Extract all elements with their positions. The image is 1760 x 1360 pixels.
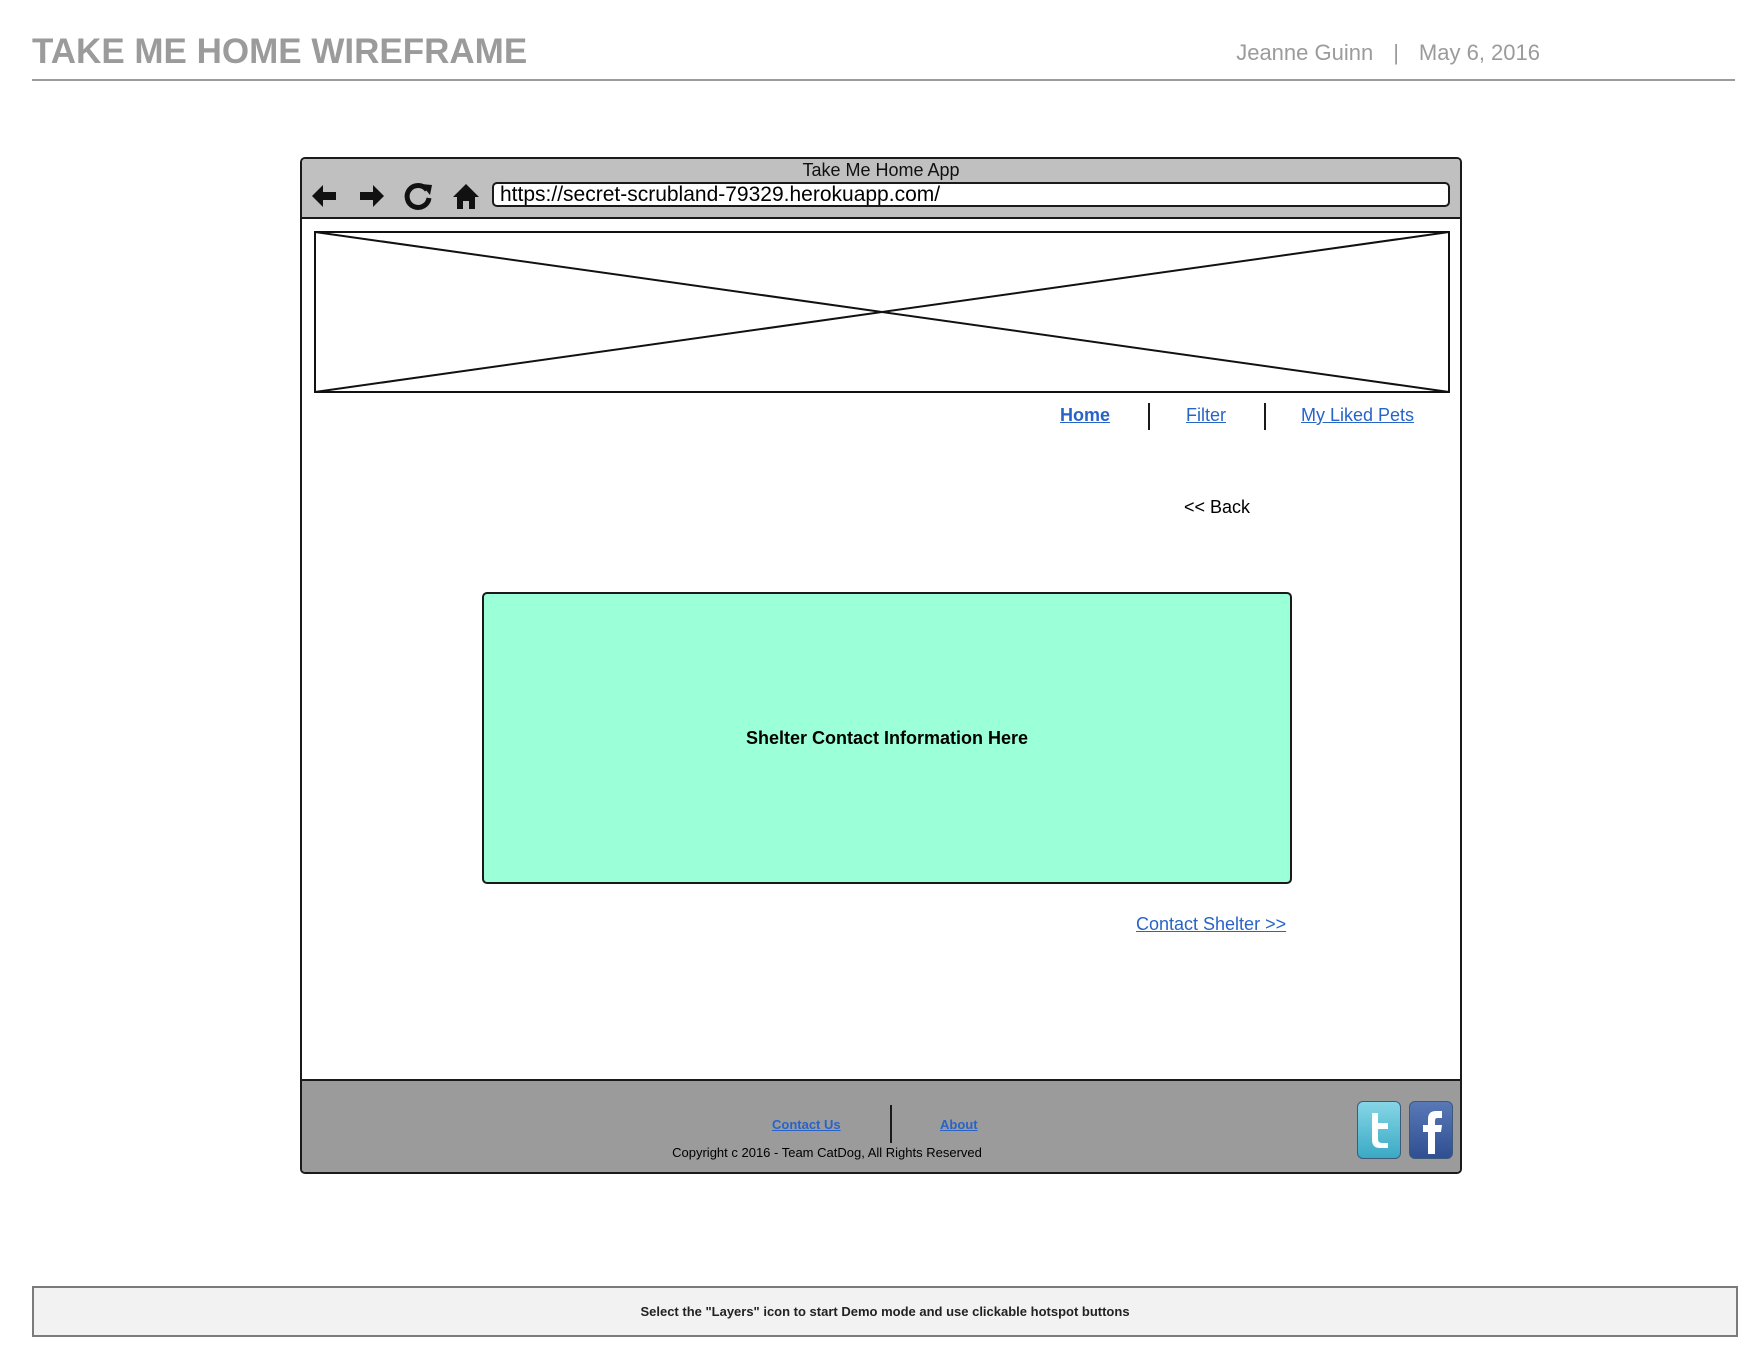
shelter-info-text: Shelter Contact Information Here xyxy=(745,727,1029,748)
page-title: TAKE ME HOME WIREFRAME xyxy=(32,32,528,71)
demo-instructions: Select the "Layers" icon to start Demo m… xyxy=(32,1286,1738,1337)
page-meta: Jeanne Guinn | May 6, 2016 xyxy=(1236,40,1540,66)
header-divider xyxy=(32,79,1735,81)
nav-home-link[interactable]: Home xyxy=(1060,405,1110,426)
shelter-info-panel: Shelter Contact Information Here xyxy=(482,592,1292,884)
back-arrow-icon[interactable] xyxy=(308,179,340,213)
footer-about-link[interactable]: About xyxy=(940,1117,978,1132)
url-input[interactable]: https://secret-scrubland-79329.herokuapp… xyxy=(492,182,1450,207)
home-icon[interactable] xyxy=(450,179,482,213)
browser-title: Take Me Home App xyxy=(802,160,960,180)
page-date: May 6, 2016 xyxy=(1418,40,1540,65)
browser-window: Take Me Home App https://secret-scrublan… xyxy=(300,157,1462,1174)
nav-liked-pets-link[interactable]: My Liked Pets xyxy=(1301,405,1414,426)
contact-shelter-link[interactable]: Contact Shelter >> xyxy=(1136,914,1286,935)
nav-separator xyxy=(1148,403,1150,430)
footer-contact-us-link[interactable]: Contact Us xyxy=(772,1117,841,1132)
facebook-icon[interactable] xyxy=(1409,1101,1453,1159)
image-placeholder xyxy=(314,231,1450,393)
reload-icon[interactable] xyxy=(402,179,434,213)
browser-toolbar: Take Me Home App https://secret-scrublan… xyxy=(302,159,1460,219)
author-name: Jeanne Guinn xyxy=(1236,40,1374,65)
footer: Contact Us About Copyright c 2016 - Team… xyxy=(302,1079,1460,1172)
meta-separator: | xyxy=(1393,40,1399,65)
footer-separator xyxy=(890,1105,892,1143)
back-link[interactable]: << Back xyxy=(1184,497,1250,518)
nav-separator xyxy=(1264,403,1266,430)
forward-arrow-icon[interactable] xyxy=(356,179,388,213)
nav-filter-link[interactable]: Filter xyxy=(1186,405,1226,426)
copyright-text: Copyright c 2016 - Team CatDog, All Righ… xyxy=(672,1145,982,1160)
twitter-icon[interactable] xyxy=(1357,1101,1401,1159)
